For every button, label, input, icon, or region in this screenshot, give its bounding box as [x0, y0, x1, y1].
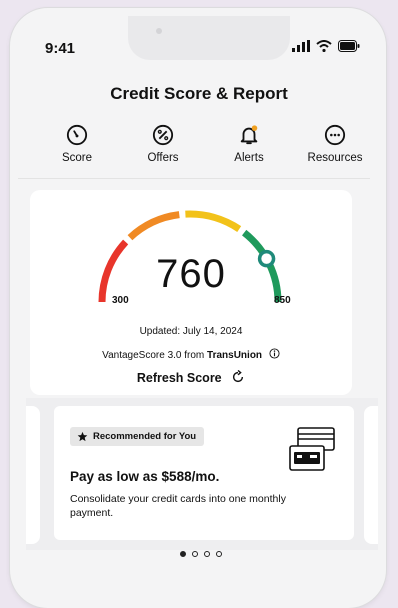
score-model-info: VantageScore 3.0 from TransUnion: [30, 348, 352, 361]
updated-date: Updated: July 14, 2024: [139, 326, 243, 337]
recommended-badge-label: Recommended for You: [93, 431, 197, 442]
score-bureau: TransUnion: [207, 350, 263, 361]
pagination-dot[interactable]: [204, 551, 210, 557]
tab-offers-label: Offers: [147, 152, 179, 164]
more-icon: [324, 124, 346, 146]
score-card: 760 300 850 Updated: July 14, 2024 Vanta…: [30, 190, 352, 395]
battery-icon: [338, 40, 360, 52]
percent-icon: [152, 124, 174, 146]
camera-dot: [156, 28, 162, 34]
recommended-badge: Recommended for You: [70, 427, 205, 446]
status-icons: [292, 40, 360, 52]
score-model-prefix: VantageScore 3.0 from: [102, 350, 208, 361]
bell-icon: [240, 125, 258, 145]
tab-offers[interactable]: Offers: [128, 124, 198, 164]
tab-resources[interactable]: Resources: [300, 124, 370, 164]
tab-score-label: Score: [61, 152, 93, 164]
credit-score-value: 760: [156, 252, 226, 296]
refresh-icon: [233, 369, 244, 383]
next-card-peek[interactable]: [364, 406, 378, 544]
tab-score[interactable]: Score: [42, 124, 112, 164]
offer-description: Consolidate your credit cards into one m…: [70, 493, 286, 519]
pagination-dot[interactable]: [192, 551, 198, 557]
offer-card[interactable]: Recommended for You Pay as low as $588/m…: [54, 406, 354, 540]
pagination-dot[interactable]: [180, 551, 186, 557]
tab-divider: [18, 178, 370, 179]
speedometer-icon: [66, 124, 88, 146]
info-icon[interactable]: [269, 348, 280, 359]
star-icon: [77, 431, 88, 442]
page-title: Credit Score & Report: [110, 84, 288, 103]
carousel-pagination: [180, 551, 222, 557]
status-time: 9:41: [45, 40, 76, 57]
score-max-label: 850: [274, 295, 291, 306]
offer-title: Pay as low as $588/mo.: [70, 469, 220, 484]
gauge-segment-good: [185, 210, 242, 232]
tab-resources-label: Resources: [307, 152, 363, 164]
wifi-icon: [316, 40, 332, 52]
tab-alerts[interactable]: Alerts: [214, 124, 284, 164]
score-min-label: 300: [112, 295, 129, 306]
tab-alerts-label: Alerts: [234, 152, 264, 164]
credit-cards-icon: [289, 427, 335, 471]
phone-notch: [128, 16, 290, 60]
refresh-score-button[interactable]: Refresh Score: [30, 369, 352, 385]
pagination-dot[interactable]: [216, 551, 222, 557]
previous-card-peek[interactable]: [26, 406, 40, 544]
signal-icon: [292, 40, 310, 52]
gauge-segment-fair: [127, 211, 180, 241]
refresh-score-label: Refresh Score: [136, 371, 222, 385]
tab-bar: Score Offers Alerts Resources: [42, 124, 370, 164]
